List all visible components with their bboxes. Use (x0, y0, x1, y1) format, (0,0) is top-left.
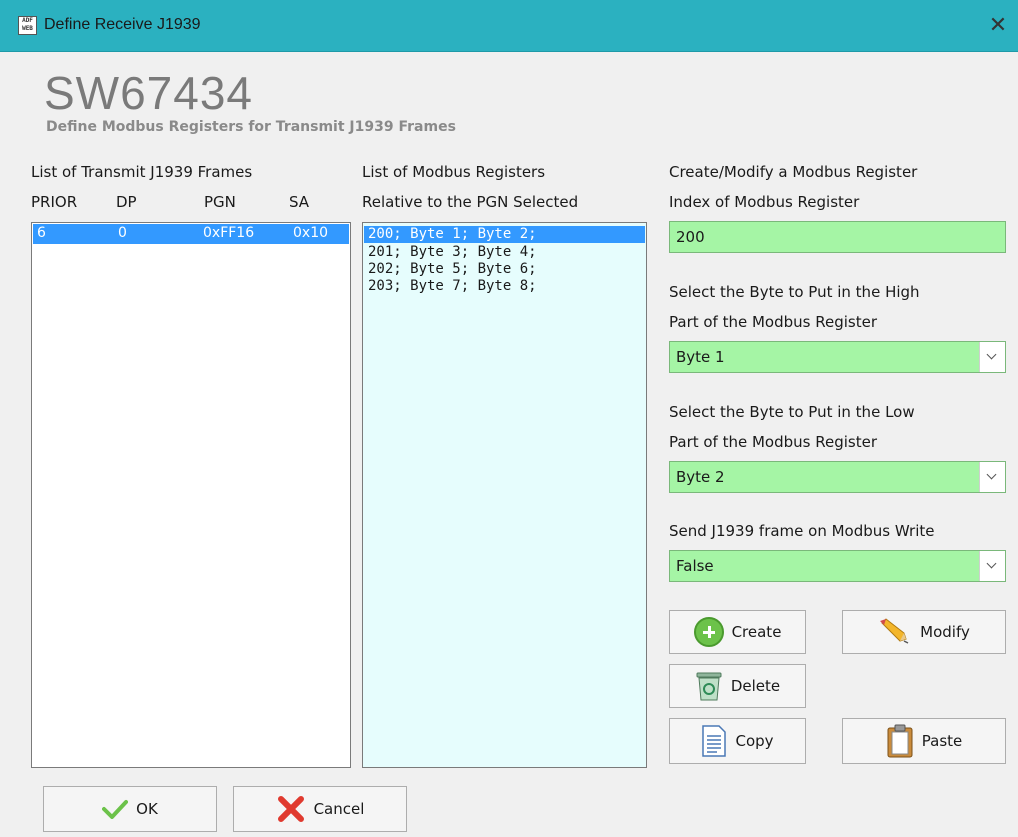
registers-list[interactable]: 200; Byte 1; Byte 2; 201; Byte 3; Byte 4… (362, 222, 647, 768)
low-byte-select[interactable]: Byte 2 (669, 461, 1006, 493)
low-byte-value: Byte 2 (676, 468, 725, 486)
high-byte-select[interactable]: Byte 1 (669, 341, 1006, 373)
cancel-button[interactable]: Cancel (233, 786, 407, 832)
modify-label: Modify (920, 623, 970, 641)
delete-button[interactable]: Delete (669, 664, 806, 708)
title-bar: ADF WEB Define Receive J1939 ✕ (0, 0, 1018, 52)
editor-heading: Create/Modify a Modbus Register (669, 163, 918, 181)
create-button[interactable]: Create (669, 610, 806, 654)
cell-sa: 0x10 (293, 225, 329, 241)
registers-heading: List of Modbus Registers (362, 163, 546, 181)
column-header-dp: DP (116, 193, 137, 211)
list-item[interactable]: 203; Byte 7; Byte 8; (368, 278, 537, 295)
column-header-prior: PRIOR (31, 193, 78, 211)
paste-label: Paste (921, 732, 963, 750)
table-row[interactable]: 6 0 0xFF16 0x10 (33, 224, 349, 244)
send-label: Send J1939 frame on Modbus Write (669, 522, 935, 540)
plus-circle-icon (693, 617, 724, 647)
checkmark-icon (102, 799, 129, 819)
low-byte-label-line1: Select the Byte to Put in the Low (669, 403, 915, 421)
copy-button[interactable]: Copy (669, 718, 806, 764)
registers-subheading: Relative to the PGN Selected (362, 193, 579, 211)
red-x-icon (276, 794, 306, 824)
column-header-pgn: PGN (204, 193, 236, 211)
cell-dp: 0 (118, 225, 127, 241)
index-label: Index of Modbus Register (669, 193, 860, 211)
list-item[interactable]: 201; Byte 3; Byte 4; (368, 244, 537, 261)
high-byte-label-line2: Part of the Modbus Register (669, 313, 878, 331)
low-byte-label-line2: Part of the Modbus Register (669, 433, 878, 451)
high-byte-label-line1: Select the Byte to Put in the High (669, 283, 920, 301)
chevron-down-icon[interactable] (979, 551, 1005, 581)
modify-button[interactable]: Modify (842, 610, 1006, 654)
pencil-icon (878, 617, 912, 647)
cell-pgn: 0xFF16 (203, 225, 255, 241)
product-subtitle: Define Modbus Registers for Transmit J19… (46, 119, 456, 135)
paste-button[interactable]: Paste (842, 718, 1006, 764)
window-title: Define Receive J1939 (44, 16, 201, 33)
index-input[interactable]: 200 (669, 221, 1006, 253)
ok-label: OK (136, 800, 158, 818)
delete-label: Delete (730, 677, 781, 695)
close-icon[interactable]: ✕ (978, 6, 1018, 46)
copy-label: Copy (735, 732, 774, 750)
send-on-write-select[interactable]: False (669, 550, 1006, 582)
cell-prior: 6 (37, 225, 46, 241)
ok-button[interactable]: OK (43, 786, 217, 832)
create-label: Create (731, 623, 782, 641)
adfweb-logo-icon: ADF WEB (18, 16, 37, 35)
cancel-label: Cancel (313, 800, 365, 818)
chevron-down-icon[interactable] (979, 342, 1005, 372)
high-byte-value: Byte 1 (676, 348, 725, 366)
frames-list[interactable]: 6 0 0xFF16 0x10 (31, 222, 351, 768)
document-icon (701, 725, 727, 757)
list-item[interactable]: 200; Byte 1; Byte 2; (364, 226, 645, 243)
send-on-write-value: False (676, 557, 714, 575)
column-header-sa: SA (289, 193, 310, 211)
list-item[interactable]: 202; Byte 5; Byte 6; (368, 261, 537, 278)
frames-heading: List of Transmit J1939 Frames (31, 163, 253, 181)
trash-bin-icon (695, 670, 723, 702)
clipboard-icon (886, 724, 914, 758)
chevron-down-icon[interactable] (979, 462, 1005, 492)
product-name: SW67434 (44, 67, 254, 119)
